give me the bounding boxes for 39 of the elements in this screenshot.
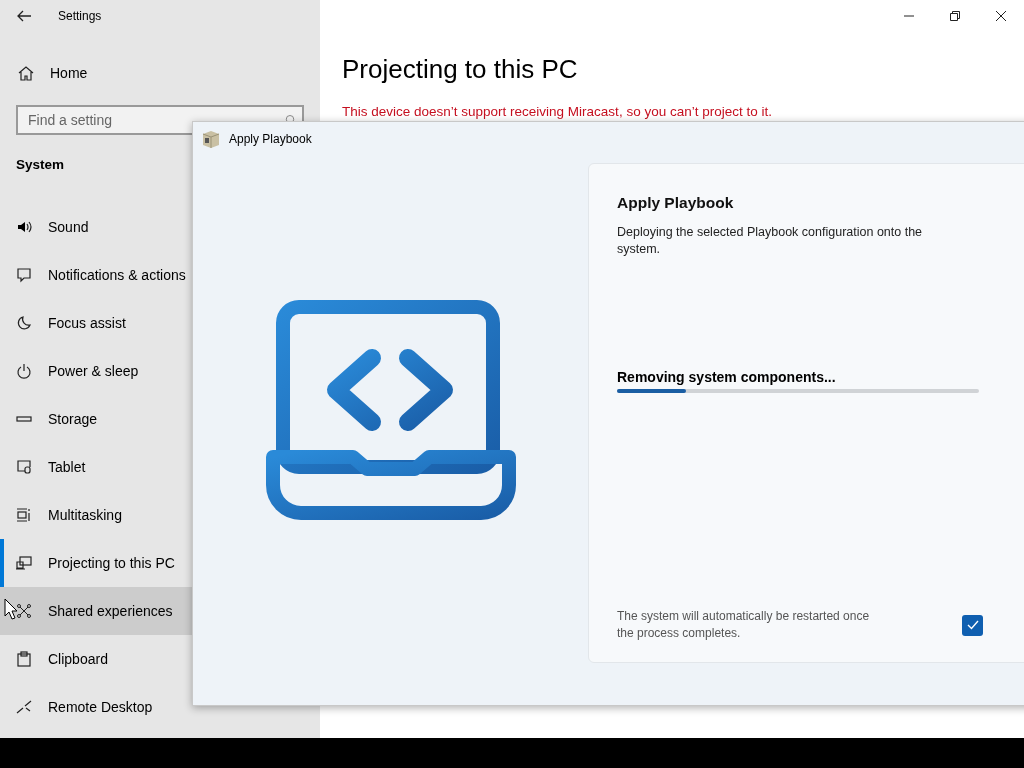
restore-icon [949,10,961,22]
clipboard-icon [16,651,32,667]
moon-icon [16,315,32,331]
check-icon [966,619,979,631]
status-text: Removing system components... [617,369,837,385]
restart-checkbox[interactable] [962,614,983,636]
sidebar-item[interactable]: Storage [0,395,320,443]
card-description: Deploying the selected Playbook configuration onto the system. [617,224,924,258]
sidebar-item[interactable]: Focus assist [0,299,320,347]
sidebar-item[interactable]: Sound [0,203,320,251]
back-arrow-icon[interactable] [16,8,32,24]
monitor-icon [16,555,32,571]
sidebar-item[interactable]: Multitasking [0,491,320,539]
power-icon [16,363,32,379]
mouse-cursor-icon [4,598,18,620]
house-icon [18,65,34,81]
network-icon [16,603,32,619]
page-title: Projecting to this PC [342,54,579,86]
remote-icon [16,699,32,715]
laptop-code-icon [265,299,516,520]
tablet-icon [16,459,32,475]
card-heading: Apply Playbook [617,194,735,212]
message-icon [16,267,32,283]
close-icon [995,10,1007,22]
sidebar-item[interactable]: Tablet [0,443,320,491]
warning-message: This device doesn’t support receiving Miracast, so you can’t project to it. [342,104,773,119]
package-icon [201,129,221,149]
sidebar-item[interactable]: Projecting to this PC [0,539,320,587]
multitasking-icon [16,507,32,523]
sidebar-item[interactable]: Clipboard [0,635,320,683]
sidebar-item[interactable]: Power & sleep [0,347,320,395]
speaker-icon [16,219,32,235]
sidebar-item[interactable]: Notifications & actions [0,251,320,299]
section-heading: System [16,157,66,174]
restart-note: The system will automatically be restarted once the process completes. [617,608,871,642]
dialog-title: Apply Playbook [229,132,312,146]
window-title: Settings [58,9,102,23]
home-link[interactable]: Home [0,49,320,97]
sidebar-item[interactable]: Remote Desktop [0,683,320,731]
